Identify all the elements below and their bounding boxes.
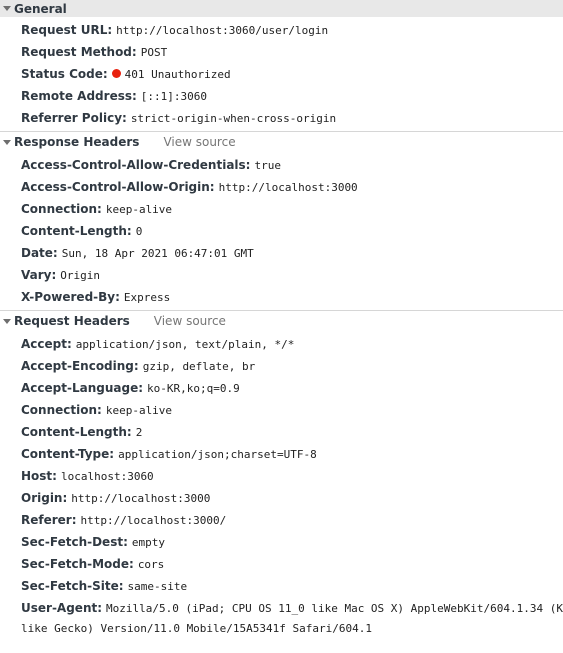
response-headers-title: Response Headers [14,135,140,149]
header-key: Accept-Language: [21,381,144,395]
header-key: Host: [21,469,57,483]
request-headers-rows: Accept: application/json, text/plain, */*… [0,331,563,641]
header-key: Referrer Policy: [21,111,127,125]
header-key: User-Agent: [21,601,103,615]
header-value: POST [140,46,168,59]
header-value-continued: like Gecko) Version/11.0 Mobile/15A5341f… [21,622,372,635]
general-row-remote-address: Remote Address: [::1]:3060 [0,85,563,107]
header-value: strict-origin-when-cross-origin [130,112,337,125]
response-header-row: Date: Sun, 18 Apr 2021 06:47:01 GMT [0,242,563,264]
request-header-row: Accept-Encoding: gzip, deflate, br [0,355,563,377]
response-headers-section-header[interactable]: Response Headers View source [0,131,563,152]
general-row-referrer-policy: Referrer Policy: strict-origin-when-cross… [0,107,563,129]
header-value: Express [123,291,171,304]
header-value: gzip, deflate, br [142,360,256,373]
general-row-request-method: Request Method: POST [0,41,563,63]
response-headers-section: Response Headers View source Access-Cont… [0,131,563,310]
header-key: Sec-Fetch-Dest: [21,535,128,549]
header-value: [::1]:3060 [140,90,208,103]
header-value: same-site [127,580,188,593]
general-section-title: General [14,1,67,16]
request-header-row: Accept: application/json, text/plain, */* [0,333,563,355]
header-value: keep-alive [105,404,173,417]
request-view-source-link[interactable]: View source [154,314,226,328]
request-header-row: Sec-Fetch-Mode: cors [0,553,563,575]
response-headers-rows: Access-Control-Allow-Credentials: true Ac… [0,152,563,310]
header-key: Connection: [21,202,102,216]
header-value: 2 [135,426,143,439]
request-header-row: Sec-Fetch-Site: same-site [0,575,563,597]
request-header-row-user-agent: User-Agent: Mozilla/5.0 (iPad; CPU OS 11_… [0,597,563,619]
header-key: Status Code: [21,67,108,81]
header-key: Content-Type: [21,447,115,461]
general-section-header[interactable]: General [0,0,563,17]
header-value: application/json, text/plain, */* [75,338,295,351]
general-section: General Request URL: http://localhost:306… [0,0,563,131]
header-value: keep-alive [105,203,173,216]
header-key: Accept: [21,337,72,351]
header-value: Origin [60,269,101,282]
request-headers-title: Request Headers [14,314,130,328]
status-dot-icon [111,69,121,78]
header-key: Access-Control-Allow-Origin: [21,180,215,194]
header-value: http://localhost:3000 [218,181,358,194]
header-key: Remote Address: [21,89,137,103]
response-header-row: Access-Control-Allow-Credentials: true [0,154,563,176]
header-key: Request Method: [21,45,137,59]
response-view-source-link[interactable]: View source [163,135,235,149]
header-value: http://localhost:3000/ [80,514,227,527]
header-value: Sun, 18 Apr 2021 06:47:01 GMT [61,247,254,260]
header-key: Accept-Encoding: [21,359,139,373]
header-value: empty [131,536,165,549]
expand-triangle-icon[interactable] [3,139,11,145]
request-header-row: Connection: keep-alive [0,399,563,421]
expand-triangle-icon[interactable] [3,6,11,11]
header-value: Mozilla/5.0 (iPad; CPU OS 11_0 like Mac … [106,602,563,615]
request-headers-section-header[interactable]: Request Headers View source [0,310,563,331]
header-value: 0 [135,225,143,238]
request-header-row: Accept-Language: ko-KR,ko;q=0.9 [0,377,563,399]
general-rows: Request URL: http://localhost:3060/user/l… [0,17,563,131]
header-value: http://localhost:3060/user/login [116,24,329,37]
response-header-row: X-Powered-By: Express [0,286,563,308]
header-key: Origin: [21,491,68,505]
header-key: Vary: [21,268,57,282]
request-header-row-user-agent-continued: like Gecko) Version/11.0 Mobile/15A5341f… [0,619,563,639]
header-key: Content-Length: [21,425,132,439]
header-key: Referer: [21,513,77,527]
header-key: Sec-Fetch-Mode: [21,557,134,571]
response-header-row: Vary: Origin [0,264,563,286]
response-header-row: Content-Length: 0 [0,220,563,242]
header-value: true [254,159,281,172]
header-value: http://localhost:3000 [71,492,211,505]
header-value: cors [137,558,165,571]
expand-triangle-icon[interactable] [3,318,11,324]
header-key: Date: [21,246,58,260]
header-value: ko-KR,ko;q=0.9 [147,382,240,395]
response-header-row: Access-Control-Allow-Origin: http://local… [0,176,563,198]
request-header-row: Sec-Fetch-Dest: empty [0,531,563,553]
header-value: localhost:3060 [60,470,154,483]
header-key: X-Powered-By: [21,290,120,304]
request-header-row: Referer: http://localhost:3000/ [0,509,563,531]
request-headers-section: Request Headers View source Accept: appli… [0,310,563,641]
general-row-status-code: Status Code: 401 Unauthorized [0,63,563,85]
header-key: Sec-Fetch-Site: [21,579,124,593]
header-value: application/json;charset=UTF-8 [118,448,317,461]
header-value: 401 Unauthorized [124,68,231,81]
general-row-request-url: Request URL: http://localhost:3060/user/l… [0,19,563,41]
header-key: Content-Length: [21,224,132,238]
header-key: Request URL: [21,23,113,37]
request-header-row: Origin: http://localhost:3000 [0,487,563,509]
header-key: Access-Control-Allow-Credentials: [21,158,251,172]
request-header-row: Content-Length: 2 [0,421,563,443]
request-header-row: Host: localhost:3060 [0,465,563,487]
header-key: Connection: [21,403,102,417]
response-header-row: Connection: keep-alive [0,198,563,220]
request-header-row: Content-Type: application/json;charset=UT… [0,443,563,465]
